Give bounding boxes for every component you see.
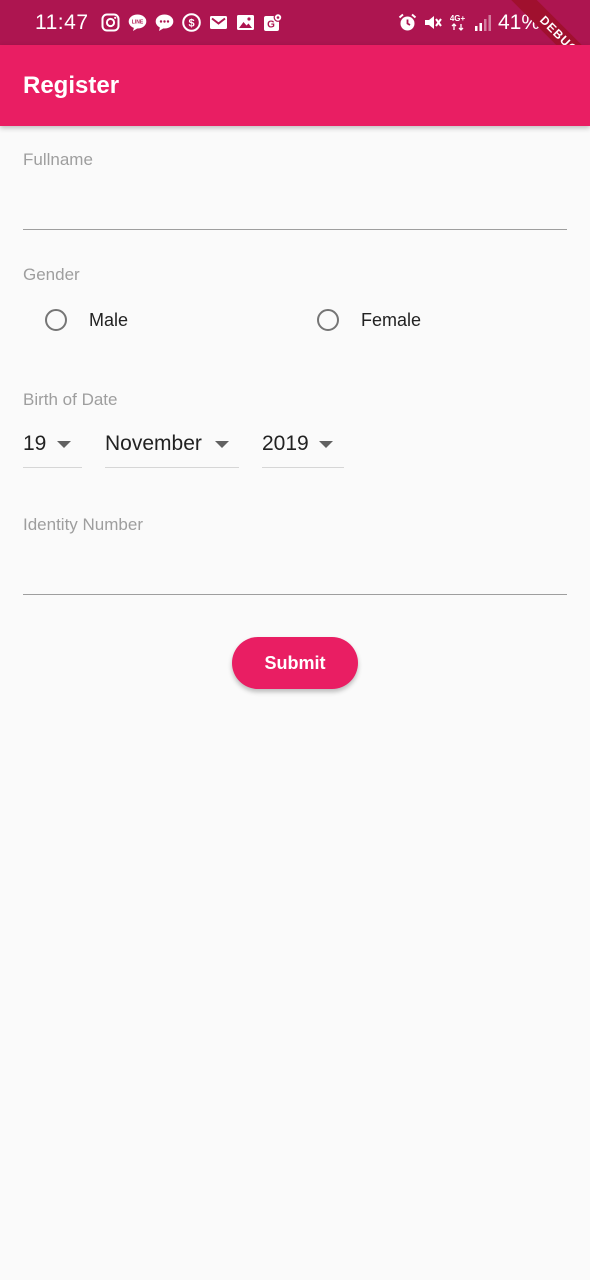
mute-icon — [423, 13, 442, 32]
network-4g-icon: 4G+ — [448, 13, 467, 32]
gender-label: Gender — [23, 265, 80, 284]
dropdown-arrow-icon — [319, 441, 333, 448]
instagram-icon — [101, 13, 120, 32]
svg-text:G: G — [267, 20, 275, 31]
gender-option-label: Female — [361, 309, 422, 330]
gallery-icon — [236, 13, 255, 32]
birth-date-label: Birth of Date — [23, 390, 118, 409]
submit-button[interactable]: Submit — [232, 637, 358, 689]
gender-option-male[interactable]: Male — [45, 300, 128, 340]
notification-icons: LINE $ G — [101, 13, 282, 32]
month-value: November — [105, 432, 202, 455]
svg-text:LINE: LINE — [131, 20, 143, 26]
identity-number-label: Identity Number — [23, 515, 143, 534]
alarm-icon — [398, 13, 417, 32]
identity-number-field[interactable] — [23, 551, 567, 595]
gender-option-female[interactable]: Female — [317, 300, 421, 340]
dropdown-arrow-icon — [57, 441, 71, 448]
dollar-icon: $ — [181, 13, 201, 32]
gender-radio-group: Male Female — [23, 300, 567, 340]
mail-icon — [209, 13, 228, 32]
maps-icon: G — [263, 13, 282, 32]
status-time: 11:47 — [35, 10, 89, 34]
radio-unchecked-icon[interactable] — [317, 309, 339, 331]
status-bar: 11:47 LINE $ G 4G+ 41% DEBUG — [0, 0, 590, 45]
gender-option-label: Male — [89, 309, 129, 330]
page-title: Register — [23, 71, 120, 99]
radio-unchecked-icon[interactable] — [45, 309, 67, 331]
network-label: 4G+ — [450, 14, 466, 23]
chat-icon — [155, 13, 174, 32]
year-dropdown[interactable]: 2019 — [262, 424, 344, 468]
dropdown-arrow-icon — [215, 441, 229, 448]
app-bar: Register — [0, 45, 590, 126]
svg-text:$: $ — [188, 18, 194, 30]
fullname-label: Fullname — [23, 150, 93, 169]
day-dropdown[interactable]: 19 — [23, 424, 82, 468]
day-value: 19 — [23, 432, 47, 455]
month-dropdown[interactable]: November — [105, 424, 239, 468]
year-value: 2019 — [262, 432, 309, 455]
line-icon: LINE — [128, 13, 147, 32]
fullname-field[interactable] — [23, 186, 567, 230]
signal-icon — [473, 13, 492, 32]
